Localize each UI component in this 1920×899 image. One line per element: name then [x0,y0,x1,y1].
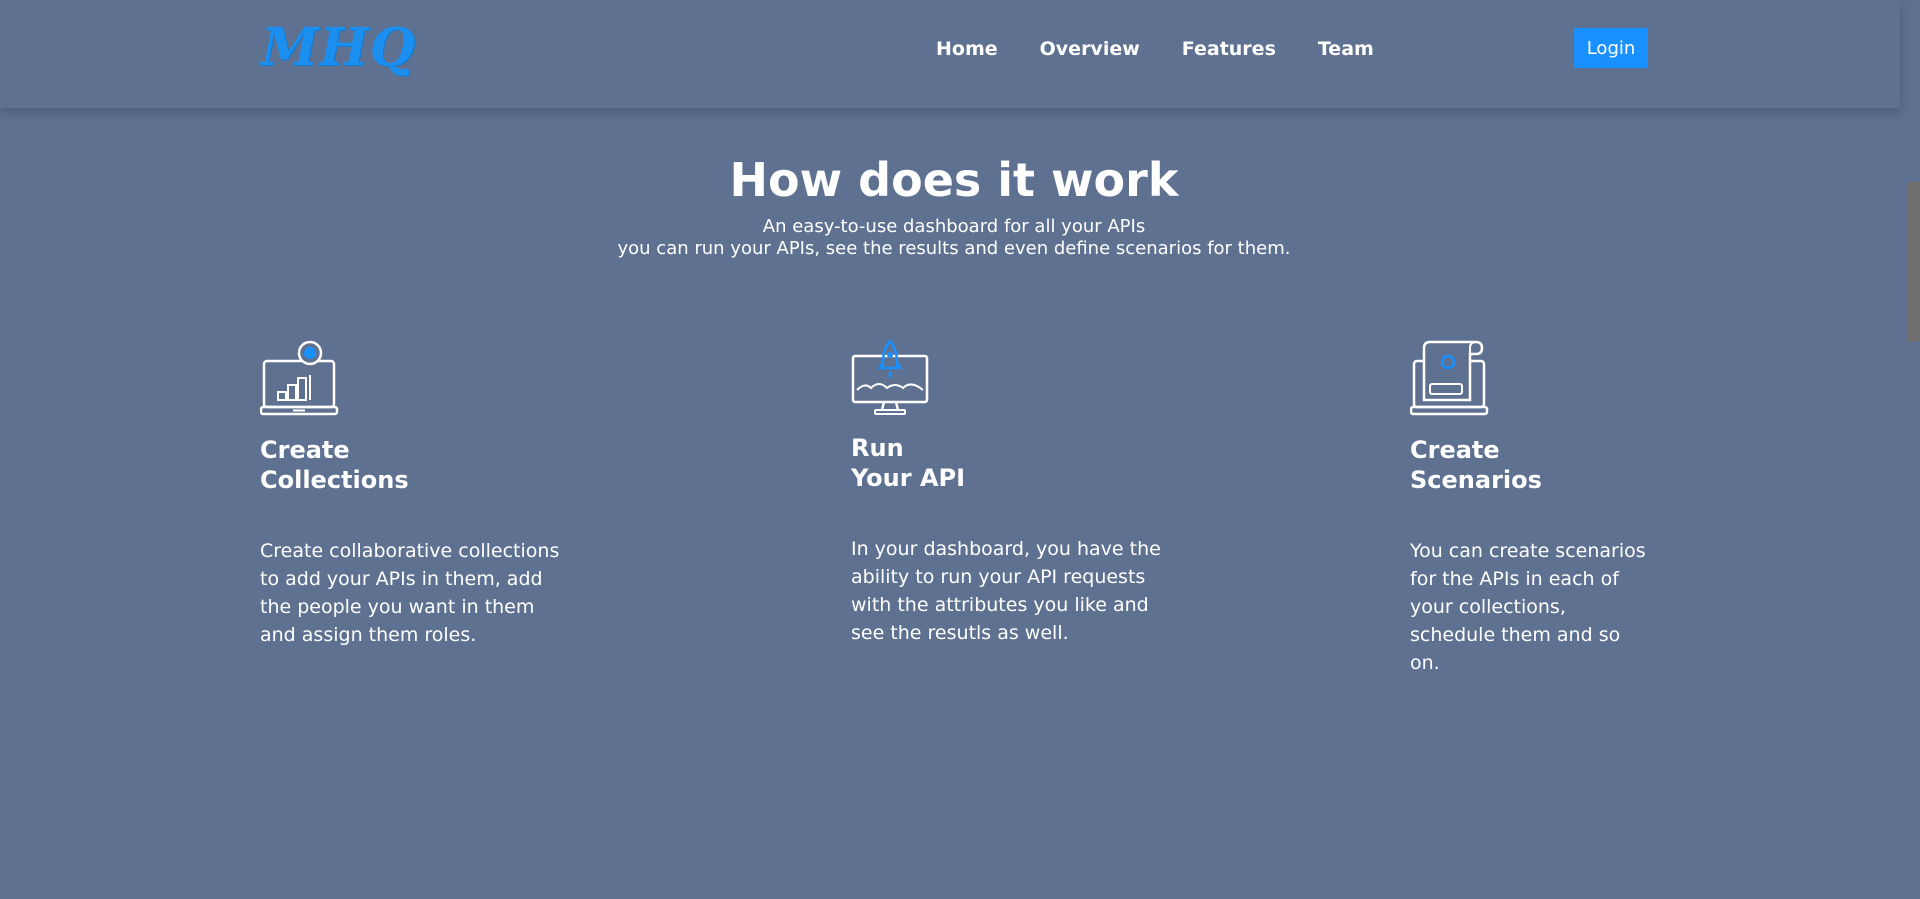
feature-title-line: Collections [260,466,409,494]
feature-title: Create Collections [260,435,409,495]
feature-title-line: Create [1410,436,1500,464]
description-line: You can create scenarios [1410,540,1646,562]
laptop-scroll-icon [1410,340,1489,416]
description-line: and assign them roles. [260,624,477,646]
login-button[interactable]: Login [1574,28,1648,68]
feature-title-line: Your API [851,464,966,492]
feature-title-line: Create [260,436,350,464]
nav-overview-link[interactable]: Overview [1040,37,1140,61]
feature-title: Create Scenarios [1410,435,1542,495]
feature-description: You can create scenarios for the APIs in… [1410,537,1646,677]
nav-home-link[interactable]: Home [936,37,998,61]
site-logo[interactable]: MHQ [261,20,416,76]
main-nav: Home Overview Features Team [936,37,1416,61]
feature-description: In your dashboard, you have the ability … [851,535,1161,647]
feature-create-scenarios: Create Scenarios You can create scenario… [1410,340,1646,674]
laptop-chart-icon [260,340,339,416]
description-line: your collections, [1410,596,1566,618]
description-line: the people you want in them [260,596,535,618]
subtitle-line: you can run your APIs, see the results a… [617,238,1291,259]
feature-title-line: Scenarios [1410,466,1542,494]
feature-create-collections: Create Collections Create collaborative … [260,340,559,646]
scrollbar-track[interactable] [1908,0,1920,899]
feature-title-line: Run [851,434,904,462]
feature-description: Create collaborative collections to add … [260,537,559,649]
description-line: see the resutls as well. [851,622,1069,644]
scrollbar-thumb[interactable] [1908,182,1920,342]
description-line: ability to run your API requests [851,566,1146,588]
description-line: In your dashboard, you have the [851,538,1161,560]
section-subtitle: An easy-to-use dashboard for all your AP… [0,216,1908,260]
feature-title: Run Your API [851,433,965,493]
feature-run-your-api: Run Your API In your dashboard, you have… [851,338,1161,644]
monitor-rocket-icon [851,339,929,415]
description-line: for the APIs in each of [1410,568,1619,590]
site-header: MHQ Home Overview Features Team Login [0,0,1900,108]
nav-features-link[interactable]: Features [1182,37,1276,61]
description-line: Create collaborative collections [260,540,560,562]
section-title: How does it work [729,153,1179,207]
description-line: with the attributes you like and [851,594,1149,616]
description-line: on. [1410,652,1440,674]
description-line: to add your APIs in them, add [260,568,543,590]
nav-team-link[interactable]: Team [1318,37,1374,61]
description-line: schedule them and so [1410,624,1621,646]
subtitle-line: An easy-to-use dashboard for all your AP… [762,216,1146,237]
